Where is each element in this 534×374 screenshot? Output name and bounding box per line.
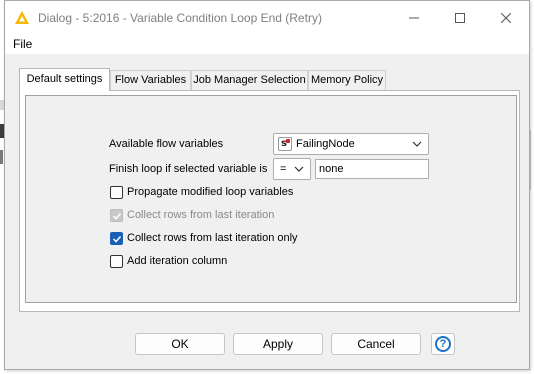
propagate-variables-label: Propagate modified loop variables [127,186,294,198]
flow-variable-selected: FailingNode [296,138,355,150]
knime-warning-triangle-icon [14,10,30,26]
help-icon: ? [435,336,451,352]
cancel-button[interactable]: Cancel [331,333,421,355]
ok-button[interactable]: OK [135,333,225,355]
tab-flow-variables[interactable]: Flow Variables [110,70,191,90]
menu-file[interactable]: File [13,37,32,51]
flow-variable-select[interactable]: s FailingNode [273,133,429,155]
minimize-icon [409,17,419,18]
settings-group: Available flow variables s FailingNode F… [25,95,517,303]
maximize-icon [455,12,465,23]
dialog-window: Dialog - 5:2016 - Variable Condition Loo… [4,0,530,370]
compare-value-text: none [319,163,344,175]
propagate-variables-checkbox[interactable] [110,186,123,199]
operator-select[interactable]: = [273,158,311,180]
collect-last-iteration-label: Collect rows from last iteration [127,209,275,221]
checkmark-icon [112,235,122,243]
chevron-down-icon [294,166,304,172]
tab-memory-policy[interactable]: Memory Policy [308,70,386,90]
collect-last-only-checkbox[interactable] [110,232,123,245]
apply-button[interactable]: Apply [233,333,323,355]
tab-panel: Available flow variables s FailingNode F… [19,90,520,312]
add-iteration-column-label: Add iteration column [127,255,228,267]
background-window-edge-right [530,130,534,190]
title-bar[interactable]: Dialog - 5:2016 - Variable Condition Loo… [5,1,529,34]
close-icon [501,12,511,23]
tab-default-settings[interactable]: Default settings [19,68,110,91]
operator-selected: = [280,163,287,175]
maximize-button[interactable] [437,1,483,34]
collect-last-iteration-checkbox [110,209,123,222]
checkmark-icon [112,212,122,220]
window-title: Dialog - 5:2016 - Variable Condition Loo… [38,11,322,25]
chevron-down-icon [412,141,422,147]
tab-job-manager-selection[interactable]: Job Manager Selection [191,70,308,90]
compare-value-input[interactable]: none [315,159,429,179]
menu-bar: File [5,34,529,54]
minimize-button[interactable] [391,1,437,34]
collect-last-only-label: Collect rows from last iteration only [127,232,298,244]
string-variable-icon: s [278,137,292,151]
close-button[interactable] [483,1,529,34]
available-flow-variables-label: Available flow variables [109,138,224,150]
help-button[interactable]: ? [431,333,455,355]
finish-loop-label: Finish loop if selected variable is [109,163,268,175]
add-iteration-column-checkbox[interactable] [110,255,123,268]
